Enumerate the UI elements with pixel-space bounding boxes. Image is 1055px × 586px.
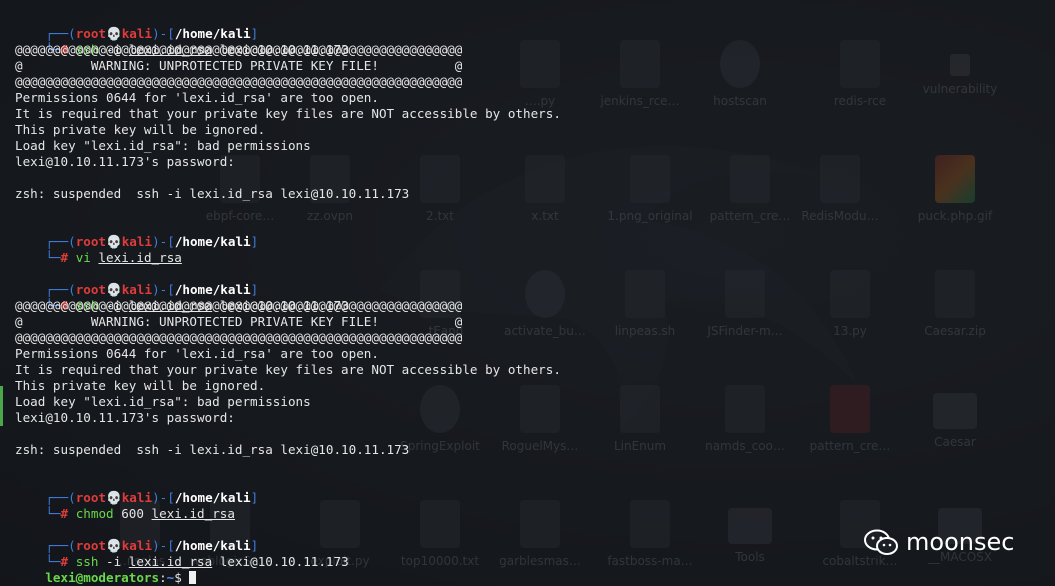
output-line: Permissions 0644 for 'lexi.id_rsa' are t… xyxy=(15,90,379,105)
wechat-icon xyxy=(864,529,898,555)
prompt-header: ┌──(root💀kali)-[/home/kali] xyxy=(45,490,259,505)
prompt-header: ┌──(root💀kali)-[/home/kali] xyxy=(45,26,259,41)
output-line: lexi@10.10.11.173's password: xyxy=(15,410,235,425)
warning-border: @@@@@@@@@@@@@@@@@@@@@@@@@@@@@@@@@@@@@@@@… xyxy=(15,330,463,345)
output-line: lexi@10.10.11.173's password: xyxy=(15,154,235,169)
terminal-window[interactable]: ┌──(root💀kali)-[/home/kali] └─# ssh -i l… xyxy=(0,0,1055,586)
output-line: zsh: suspended ssh -i lexi.id_rsa lexi@1… xyxy=(15,186,410,201)
watermark-text: moonsec xyxy=(906,528,1015,556)
output-line: zsh: suspended ssh -i lexi.id_rsa lexi@1… xyxy=(15,442,410,457)
output-line: Permissions 0644 for 'lexi.id_rsa' are t… xyxy=(15,346,379,361)
output-line: This private key will be ignored. xyxy=(15,378,266,393)
output-line: It is required that your private key fil… xyxy=(15,362,561,377)
prompt-header: ┌──(root💀kali)-[/home/kali] xyxy=(45,538,259,553)
warning-title: @ WARNING: UNPROTECTED PRIVATE KEY FILE!… xyxy=(15,58,463,73)
remote-shell-prompt[interactable]: lexi@moderators:~$ xyxy=(15,554,197,585)
command-line-vi: └─# vi lexi.id_rsa xyxy=(45,250,182,265)
warning-border: @@@@@@@@@@@@@@@@@@@@@@@@@@@@@@@@@@@@@@@@… xyxy=(15,298,463,313)
command-line-ssh: └─# ssh -i lexi.id_rsa lexi@10.10.11.173 xyxy=(45,554,349,569)
moonsec-watermark: moonsec xyxy=(864,527,1014,557)
output-line: This private key will be ignored. xyxy=(15,122,266,137)
text-cursor xyxy=(189,571,197,584)
output-line: It is required that your private key fil… xyxy=(15,106,561,121)
command-line-ssh: └─# ssh -i lexi.id_rsa lexi@10.10.11.173 xyxy=(45,298,349,313)
window-edge-marker xyxy=(0,386,3,426)
warning-title: @ WARNING: UNPROTECTED PRIVATE KEY FILE!… xyxy=(15,314,463,329)
command-line-chmod: └─# chmod 600 lexi.id_rsa xyxy=(45,506,235,521)
warning-border: @@@@@@@@@@@@@@@@@@@@@@@@@@@@@@@@@@@@@@@@… xyxy=(15,74,463,89)
output-line: Load key "lexi.id_rsa": bad permissions xyxy=(15,138,311,153)
command-line-ssh: └─# ssh -i lexi.id_rsa lexi@10.10.11.173 xyxy=(45,42,349,57)
output-line: Load key "lexi.id_rsa": bad permissions xyxy=(15,394,311,409)
prompt-header: ┌──(root💀kali)-[/home/kali] xyxy=(45,282,259,297)
prompt-header: ┌──(root💀kali)-[/home/kali] xyxy=(45,234,259,249)
warning-border: @@@@@@@@@@@@@@@@@@@@@@@@@@@@@@@@@@@@@@@@… xyxy=(15,42,463,57)
